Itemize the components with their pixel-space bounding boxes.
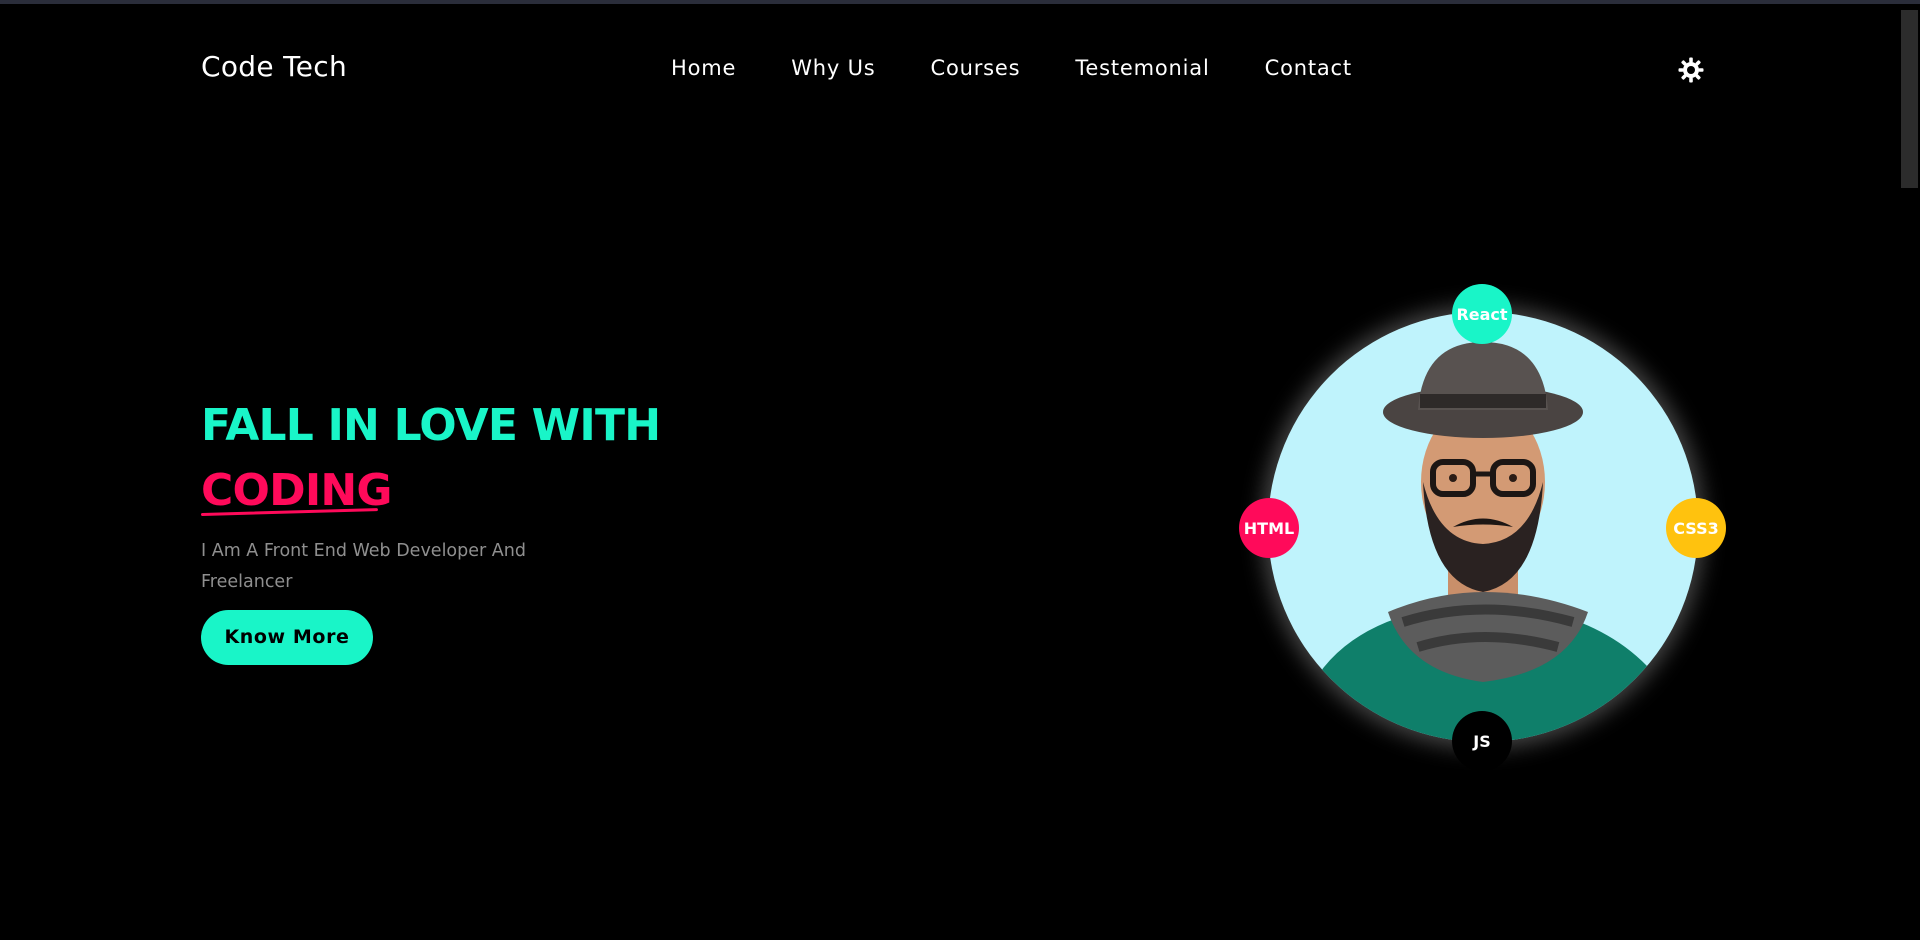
- skill-badge-css3: CSS3: [1666, 498, 1726, 558]
- hero-subtitle: I Am A Front End Web Developer And Freel…: [201, 541, 526, 592]
- theme-toggle-button[interactable]: [1678, 57, 1704, 83]
- nav-contact[interactable]: Contact: [1265, 56, 1352, 80]
- nav-why-us[interactable]: Why Us: [791, 56, 875, 80]
- brand-logo[interactable]: Code Tech: [201, 50, 347, 83]
- skill-badge-react: React: [1452, 284, 1512, 344]
- hero-title-line1: FALL IN LOVE WITH: [201, 400, 661, 451]
- skill-badge-js: JS: [1452, 711, 1512, 771]
- sun-icon: [1678, 57, 1704, 83]
- know-more-button[interactable]: Know More: [201, 610, 373, 665]
- nav-courses[interactable]: Courses: [931, 56, 1021, 80]
- profile-photo: [1268, 312, 1698, 742]
- nav-home[interactable]: Home: [671, 56, 736, 80]
- main-nav: Home Why Us Courses Testemonial Contact: [671, 56, 1407, 80]
- skill-badge-html: HTML: [1239, 498, 1299, 558]
- scrollbar-thumb[interactable]: [1901, 10, 1918, 188]
- scrollbar-track[interactable]: [1901, 4, 1920, 940]
- nav-testemonial[interactable]: Testemonial: [1075, 56, 1209, 80]
- window-top-border: [0, 0, 1920, 4]
- profile-illustration: [1268, 342, 1698, 742]
